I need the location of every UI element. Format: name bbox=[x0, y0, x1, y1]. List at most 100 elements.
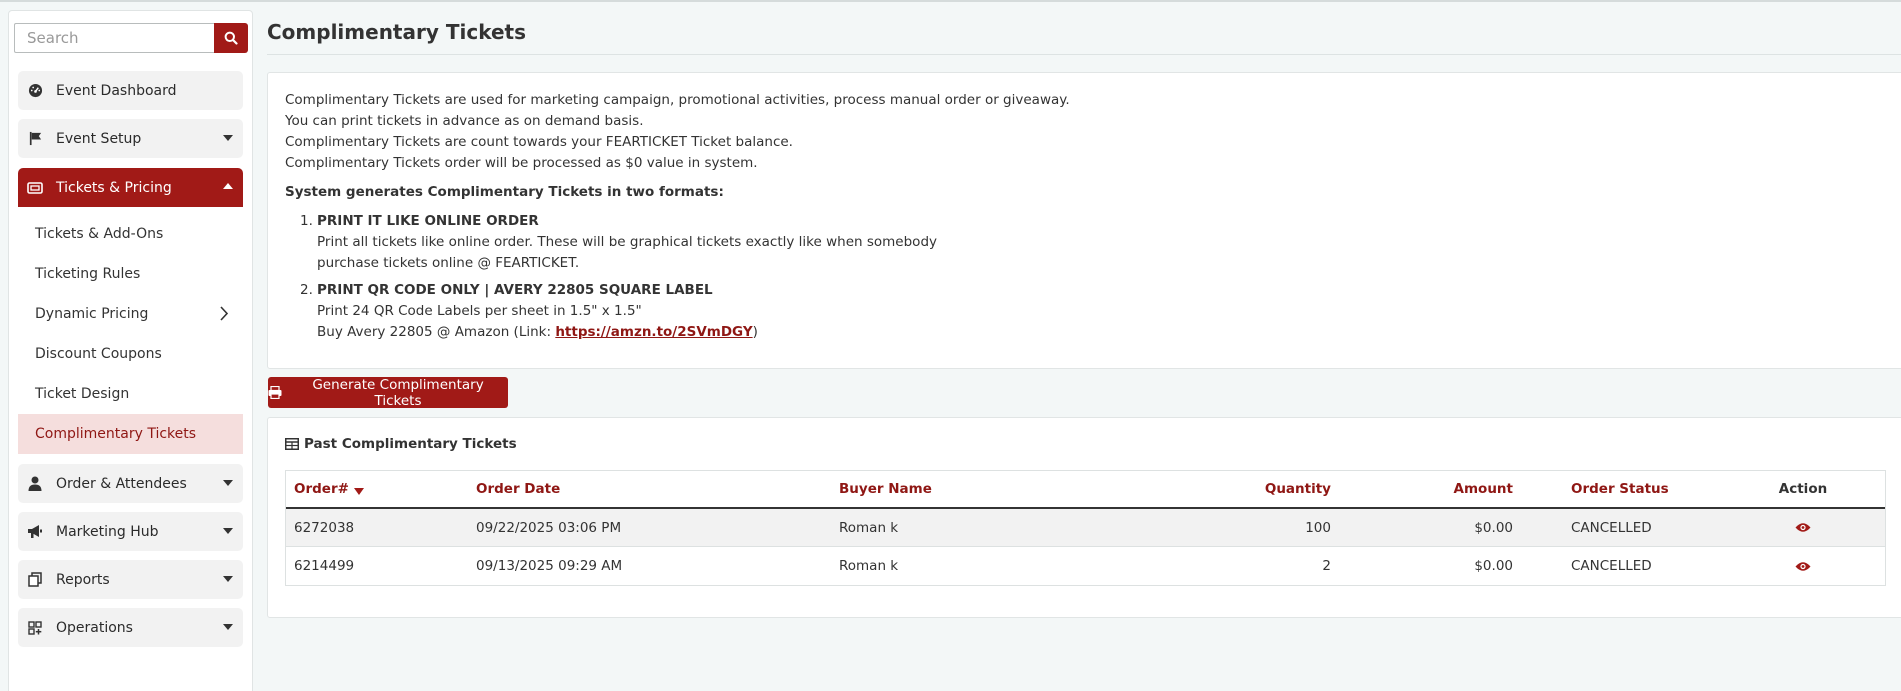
column-header-date[interactable]: Order Date bbox=[476, 471, 560, 507]
table-row: 6272038 09/22/2025 03:06 PM Roman k 100 … bbox=[286, 509, 1885, 547]
eye-icon bbox=[1795, 523, 1811, 532]
cell-buyer: Roman k bbox=[839, 519, 899, 536]
column-header-action: Action bbox=[1778, 481, 1828, 497]
flag-icon bbox=[27, 131, 43, 147]
info-line: Complimentary Tickets are used for marke… bbox=[285, 92, 1070, 108]
generate-complimentary-tickets-button[interactable]: Generate Complimentary Tickets bbox=[268, 376, 508, 409]
submenu-item-label: Complimentary Tickets bbox=[35, 426, 197, 442]
user-icon bbox=[27, 476, 43, 492]
sidebar-item-label: Event Dashboard bbox=[56, 82, 177, 99]
caret-down-icon bbox=[223, 624, 233, 630]
format-title: PRINT QR CODE ONLY | AVERY 22805 SQUARE … bbox=[317, 282, 713, 298]
chevron-right-icon bbox=[219, 306, 229, 325]
submenu-item-discount-coupons[interactable]: Discount Coupons bbox=[18, 334, 243, 374]
format-number: 1. bbox=[300, 213, 313, 229]
submenu-item-dynamic-pricing[interactable]: Dynamic Pricing bbox=[18, 294, 243, 334]
search-box bbox=[14, 23, 248, 53]
title-divider bbox=[267, 54, 1901, 55]
cell-quantity: 2 bbox=[1322, 558, 1331, 574]
caret-down-icon bbox=[223, 528, 233, 534]
search-icon bbox=[224, 31, 238, 45]
sidebar-item-event-dashboard[interactable]: Event Dashboard bbox=[18, 71, 243, 110]
sidebar-item-label: Order & Attendees bbox=[56, 475, 187, 492]
cell-amount: $0.00 bbox=[1474, 519, 1513, 536]
column-header-order[interactable]: Order# bbox=[294, 471, 364, 507]
sidebar-item-label: Event Setup bbox=[56, 130, 142, 147]
table-icon bbox=[285, 438, 299, 450]
ticket-icon bbox=[27, 180, 43, 196]
sidebar-item-tickets-pricing[interactable]: Tickets & Pricing bbox=[18, 168, 243, 207]
submenu-item-ticket-design[interactable]: Ticket Design bbox=[18, 374, 243, 414]
info-text: Complimentary Tickets are used for marke… bbox=[285, 90, 1070, 174]
sort-desc-icon bbox=[353, 487, 364, 495]
info-line: You can print tickets in advance as on d… bbox=[285, 113, 644, 129]
submenu-item-label: Tickets & Add-Ons bbox=[35, 226, 164, 242]
caret-down-icon bbox=[223, 480, 233, 486]
cell-date: 09/22/2025 03:06 PM bbox=[476, 519, 622, 536]
view-order-button[interactable] bbox=[1773, 509, 1833, 546]
bullhorn-icon bbox=[27, 524, 43, 540]
cell-status: CANCELLED bbox=[1571, 558, 1652, 574]
format-desc: purchase tickets online @ FEARTICKET. bbox=[317, 255, 580, 271]
search-input[interactable] bbox=[14, 23, 214, 53]
column-header-quantity[interactable]: Quantity bbox=[1265, 471, 1331, 507]
submenu-item-complimentary-tickets[interactable]: Complimentary Tickets bbox=[18, 414, 243, 454]
sidebar-item-label: Operations bbox=[56, 619, 133, 636]
table-row: 6214499 09/13/2025 09:29 AM Roman k 2 $0… bbox=[286, 547, 1885, 585]
amazon-link[interactable]: https://amzn.to/2SVmDGY bbox=[555, 324, 752, 340]
sidebar-item-reports[interactable]: Reports bbox=[18, 560, 243, 599]
link-suffix: ) bbox=[752, 324, 758, 340]
submenu-item-label: Dynamic Pricing bbox=[35, 306, 149, 322]
sidebar-item-label: Marketing Hub bbox=[56, 523, 159, 540]
submenu-item-label: Discount Coupons bbox=[35, 346, 162, 362]
past-tickets-heading: Past Complimentary Tickets bbox=[285, 436, 517, 452]
cell-order: 6272038 bbox=[294, 519, 355, 536]
format-number: 2. bbox=[300, 282, 313, 298]
caret-down-icon bbox=[223, 135, 233, 141]
past-tickets-title: Past Complimentary Tickets bbox=[304, 436, 517, 452]
cell-order: 6214499 bbox=[294, 558, 355, 574]
caret-up-icon bbox=[223, 183, 233, 189]
column-header-buyer[interactable]: Buyer Name bbox=[839, 471, 932, 507]
generate-button-label: Generate Complimentary Tickets bbox=[312, 376, 484, 409]
cell-quantity: 100 bbox=[1305, 519, 1331, 536]
view-order-button[interactable] bbox=[1773, 547, 1833, 585]
sidebar-item-event-setup[interactable]: Event Setup bbox=[18, 119, 243, 158]
grid-plus-icon bbox=[27, 620, 43, 636]
column-header-amount[interactable]: Amount bbox=[1454, 471, 1513, 507]
page-title: Complimentary Tickets bbox=[267, 20, 526, 44]
eye-icon bbox=[1795, 561, 1811, 571]
past-tickets-card: Past Complimentary Tickets Order# Order … bbox=[267, 417, 1901, 618]
cell-date: 09/13/2025 09:29 AM bbox=[476, 558, 623, 574]
formats-heading: System generates Complimentary Tickets i… bbox=[285, 184, 724, 200]
info-line: Complimentary Tickets order will be proc… bbox=[285, 155, 758, 171]
format-desc: Print all tickets like online order. The… bbox=[317, 234, 938, 250]
header-label: Order# bbox=[294, 481, 349, 497]
cell-buyer: Roman k bbox=[839, 558, 899, 574]
sidebar-item-order-attendees[interactable]: Order & Attendees bbox=[18, 464, 243, 503]
info-line: Complimentary Tickets are count towards … bbox=[285, 134, 793, 150]
search-button[interactable] bbox=[214, 23, 248, 53]
sidebar-item-marketing-hub[interactable]: Marketing Hub bbox=[18, 512, 243, 551]
cell-status: CANCELLED bbox=[1571, 519, 1652, 536]
sidebar-item-label: Reports bbox=[56, 571, 110, 588]
table-header-row: Order# Order Date Buyer Name Quantity Am… bbox=[286, 471, 1885, 509]
format-desc: Buy Avery 22805 @ Amazon (Link: https://… bbox=[317, 322, 758, 343]
submenu-item-tickets-addons[interactable]: Tickets & Add-Ons bbox=[18, 214, 243, 254]
top-border bbox=[0, 0, 1901, 2]
format-desc: Print 24 QR Code Labels per sheet in 1.5… bbox=[317, 303, 642, 319]
sidebar-item-operations[interactable]: Operations bbox=[18, 608, 243, 647]
copy-icon bbox=[27, 572, 43, 588]
link-prefix: Buy Avery 22805 @ Amazon (Link: bbox=[317, 324, 556, 340]
sidebar-item-label: Tickets & Pricing bbox=[56, 179, 172, 196]
submenu-item-label: Ticket Design bbox=[35, 386, 130, 402]
submenu-item-ticketing-rules[interactable]: Ticketing Rules bbox=[18, 254, 243, 294]
cell-amount: $0.00 bbox=[1474, 558, 1513, 574]
format-title: PRINT IT LIKE ONLINE ORDER bbox=[317, 213, 539, 229]
column-header-status[interactable]: Order Status bbox=[1571, 471, 1669, 507]
past-tickets-table: Order# Order Date Buyer Name Quantity Am… bbox=[285, 470, 1886, 586]
sidebar: Event Dashboard Event Setup Tickets & Pr… bbox=[8, 10, 253, 691]
print-icon bbox=[268, 386, 282, 399]
submenu-item-label: Ticketing Rules bbox=[35, 266, 141, 282]
info-card: Complimentary Tickets are used for marke… bbox=[267, 72, 1901, 369]
